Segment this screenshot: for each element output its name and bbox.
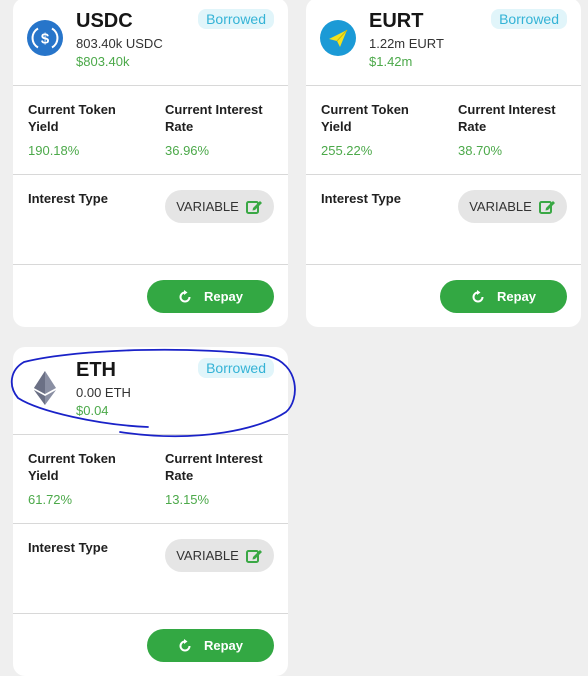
interest-type-row: Interest Type VARIABLE — [306, 175, 581, 265]
token-usd-value: $0.04 — [76, 403, 109, 418]
stats-row: Current Token Yield 61.72% Current Inter… — [13, 435, 288, 524]
token-symbol: EURT — [369, 10, 424, 32]
card-actions: Repay — [306, 265, 581, 326]
interest-type-label: Interest Type — [28, 191, 108, 206]
token-yield-label: Current Token Yield — [28, 102, 116, 134]
refresh-icon — [179, 289, 191, 302]
eth-logo-icon — [34, 371, 56, 405]
interest-rate-label: Current Interest Rate — [165, 451, 263, 483]
repay-button[interactable]: Repay — [147, 280, 274, 313]
card-actions: Repay — [13, 265, 288, 326]
token-yield-value: 190.18% — [28, 143, 80, 158]
interest-type-label: Interest Type — [321, 191, 401, 206]
repay-label: Repay — [496, 289, 537, 304]
interest-rate-value: 38.70% — [458, 143, 503, 158]
interest-rate-stat: Current Interest Rate 13.15% — [165, 450, 275, 507]
token-symbol: USDC — [76, 10, 133, 32]
edit-icon — [245, 200, 262, 214]
edit-icon — [245, 549, 262, 563]
asset-card-usdc: $ USDC 803.40k USDC $803.40k Borrowed Cu… — [13, 0, 288, 327]
token-amount: 1.22m EURT — [369, 36, 444, 51]
interest-rate-value: 13.15% — [165, 492, 210, 507]
stats-row: Current Token Yield 190.18% Current Inte… — [13, 86, 288, 175]
token-yield-value: 255.22% — [321, 143, 373, 158]
interest-type-toggle[interactable]: VARIABLE — [165, 539, 274, 572]
usdc-logo-icon: $ — [27, 20, 63, 56]
repay-label: Repay — [203, 289, 244, 304]
token-usd-value: $1.42m — [369, 54, 413, 69]
card-actions: Repay — [13, 614, 288, 675]
token-yield-stat: Current Token Yield 255.22% — [321, 101, 431, 158]
token-amount: 0.00 ETH — [76, 385, 131, 400]
card-header: $ USDC 803.40k USDC $803.40k Borrowed — [13, 0, 288, 86]
token-yield-stat: Current Token Yield 190.18% — [28, 101, 138, 158]
interest-rate-label: Current Interest Rate — [458, 102, 556, 134]
token-yield-label: Current Token Yield — [321, 102, 409, 134]
refresh-icon — [472, 289, 484, 302]
interest-rate-stat: Current Interest Rate 36.96% — [165, 101, 275, 158]
edit-icon — [538, 200, 555, 214]
status-badge: Borrowed — [198, 358, 274, 378]
asset-card-eth: ETH 0.00 ETH $0.04 Borrowed Current Toke… — [13, 347, 288, 676]
interest-type-row: Interest Type VARIABLE — [13, 175, 288, 265]
interest-rate-value: 36.96% — [165, 143, 210, 158]
card-header: EURT 1.22m EURT $1.42m Borrowed — [306, 0, 581, 86]
token-amount: 803.40k USDC — [76, 36, 163, 51]
repay-button[interactable]: Repay — [440, 280, 567, 313]
token-yield-stat: Current Token Yield 61.72% — [28, 450, 138, 507]
interest-rate-stat: Current Interest Rate 38.70% — [458, 101, 568, 158]
interest-type-row: Interest Type VARIABLE — [13, 524, 288, 614]
status-badge: Borrowed — [198, 9, 274, 29]
stats-row: Current Token Yield 255.22% Current Inte… — [306, 86, 581, 175]
svg-text:$: $ — [41, 31, 50, 48]
interest-rate-label: Current Interest Rate — [165, 102, 263, 134]
eurt-logo-icon — [320, 20, 356, 56]
interest-type-label: Interest Type — [28, 540, 108, 555]
interest-type-value: VARIABLE — [176, 548, 239, 563]
token-symbol: ETH — [76, 359, 116, 381]
token-yield-value: 61.72% — [28, 492, 73, 507]
interest-type-value: VARIABLE — [176, 199, 239, 214]
interest-type-toggle[interactable]: VARIABLE — [165, 190, 274, 223]
interest-type-toggle[interactable]: VARIABLE — [458, 190, 567, 223]
interest-type-value: VARIABLE — [469, 199, 532, 214]
card-header: ETH 0.00 ETH $0.04 Borrowed — [13, 347, 288, 435]
status-badge: Borrowed — [491, 9, 567, 29]
token-usd-value: $803.40k — [76, 54, 130, 69]
asset-card-eurt: EURT 1.22m EURT $1.42m Borrowed Current … — [306, 0, 581, 327]
token-yield-label: Current Token Yield — [28, 451, 116, 483]
